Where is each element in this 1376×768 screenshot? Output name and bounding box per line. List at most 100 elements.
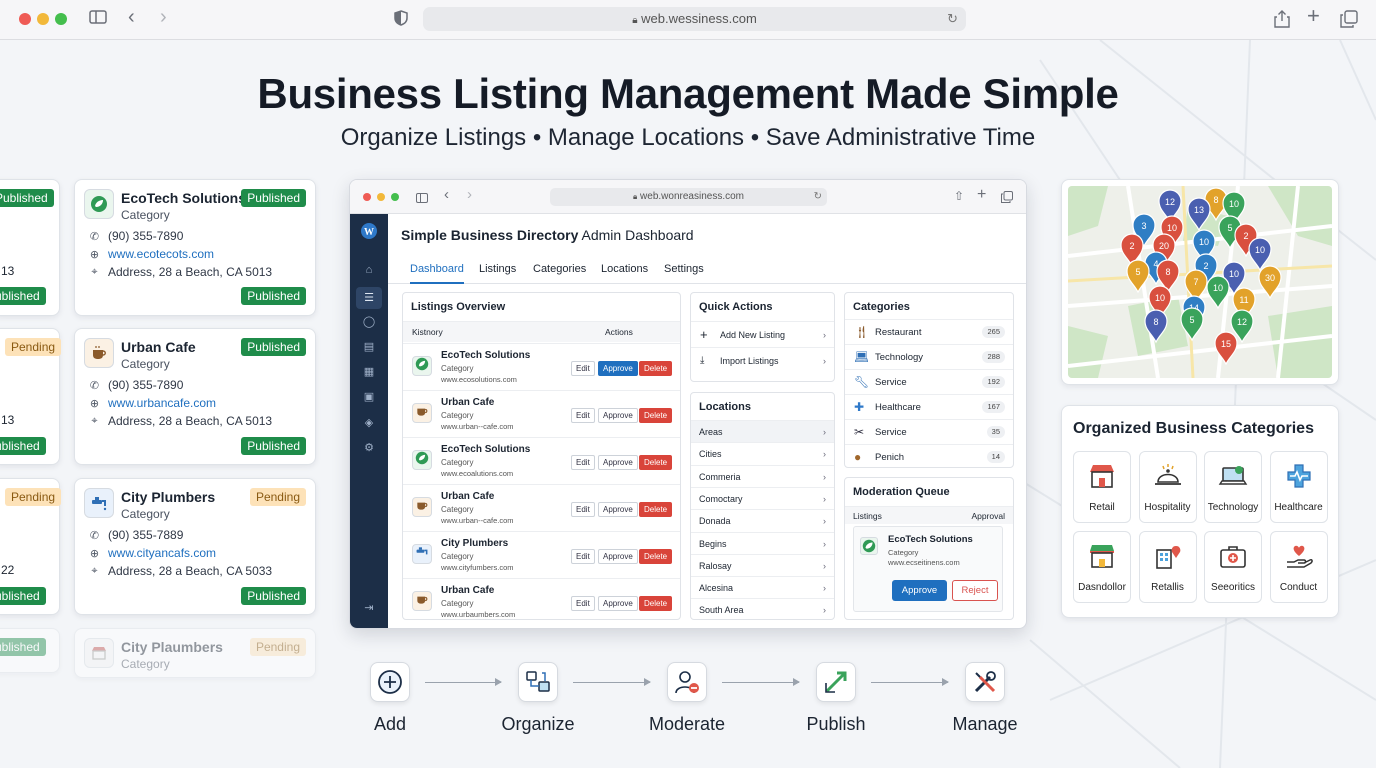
- location-item[interactable]: Alcesina ›: [691, 576, 834, 598]
- gear-icon[interactable]: ⚙: [350, 441, 388, 454]
- partial-listing-card[interactable]: ublished: [0, 628, 60, 673]
- reload-icon[interactable]: ↻: [814, 188, 822, 206]
- category-item[interactable]: 🔧︎ Service 192: [845, 369, 1013, 394]
- approve-button[interactable]: Approve: [892, 580, 947, 601]
- partial-listing-card[interactable]: Pending 13 ublished: [0, 328, 62, 465]
- category-item[interactable]: ● Penich 14: [845, 444, 1013, 469]
- workflow-step-publish[interactable]: [816, 662, 856, 702]
- share-icon[interactable]: [1274, 10, 1290, 34]
- maximize-window-button[interactable]: [391, 193, 399, 201]
- plugin-icon[interactable]: ◈: [350, 416, 388, 429]
- delete-button[interactable]: Delete: [639, 408, 673, 423]
- logout-icon[interactable]: ⇥: [350, 601, 388, 614]
- listing-card[interactable]: City Plumbers Category Pending ✆ (90) 355…: [74, 478, 316, 615]
- table-row[interactable]: EcoTech Solutions Category www.ecosolution…: [403, 343, 680, 390]
- category-tile[interactable]: Seeoritics: [1204, 531, 1262, 603]
- location-item[interactable]: Begins ›: [691, 531, 834, 554]
- reload-icon[interactable]: ↻: [947, 7, 958, 31]
- approve-button[interactable]: Approve: [598, 502, 638, 517]
- close-window-button[interactable]: [19, 13, 31, 25]
- category-item[interactable]: ✂ Service 35: [845, 419, 1013, 444]
- category-tile[interactable]: Dasndollor: [1073, 531, 1131, 603]
- table-row[interactable]: EcoTech Solutions Category www.ecoalutions…: [403, 437, 680, 484]
- location-item[interactable]: Ralosay ›: [691, 553, 834, 576]
- close-window-button[interactable]: [363, 193, 371, 201]
- tab-dashboard[interactable]: Dashboard: [410, 263, 464, 284]
- category-tile[interactable]: Conduct: [1269, 531, 1328, 603]
- calendar-icon[interactable]: ▣: [350, 390, 388, 403]
- partial-listing-card[interactable]: Pending 22 ublished: [0, 478, 62, 615]
- table-row[interactable]: Urban Cafe Category www.urban--cafe.com Edi…: [403, 484, 680, 531]
- edit-button[interactable]: Edit: [571, 408, 595, 423]
- partial-listing-card[interactable]: Published 13 ublished: [0, 179, 60, 316]
- back-icon[interactable]: ‹: [128, 7, 135, 27]
- category-item[interactable]: 🍴︎ Restaurant 265: [845, 319, 1013, 344]
- approve-button[interactable]: Approve: [598, 408, 638, 423]
- tab-listings[interactable]: Listings: [479, 263, 516, 275]
- delete-button[interactable]: Delete: [639, 455, 673, 470]
- approve-button[interactable]: Approve: [598, 596, 638, 611]
- listing-website-link[interactable]: www.urbancafe.com: [108, 396, 216, 410]
- workflow-step-moderate[interactable]: [667, 662, 707, 702]
- approve-button[interactable]: Approve: [598, 455, 638, 470]
- tab-locations[interactable]: Locations: [601, 263, 648, 275]
- home-icon[interactable]: ⌂: [350, 264, 388, 276]
- edit-button[interactable]: Edit: [571, 549, 595, 564]
- minimize-window-button[interactable]: [37, 13, 49, 25]
- tabs-overview-icon[interactable]: [1001, 190, 1013, 208]
- map-icon[interactable]: ▦: [350, 365, 388, 378]
- listing-card[interactable]: City Plaumbers Category Pending: [74, 628, 316, 678]
- new-tab-icon[interactable]: +: [1307, 5, 1320, 27]
- table-row[interactable]: Urban Cafe Category www.urban--cafe.com Edi…: [403, 390, 680, 437]
- listing-card[interactable]: Urban Cafe Category Published ✆ (90) 355-…: [74, 328, 316, 465]
- address-bar[interactable]: 🔒︎ web.wessiness.com ↻: [423, 7, 966, 31]
- location-item[interactable]: Donada ›: [691, 509, 834, 531]
- forward-icon[interactable]: ›: [467, 186, 472, 203]
- table-row[interactable]: Urban Cafe Category www.urbaumbers.com Edit…: [403, 578, 680, 625]
- location-item[interactable]: Comoctary ›: [691, 486, 834, 509]
- tab-settings[interactable]: Settings: [664, 263, 704, 275]
- forward-icon[interactable]: ›: [160, 7, 167, 27]
- category-tile[interactable]: Hospitality: [1138, 451, 1197, 523]
- user-icon[interactable]: ◯: [350, 315, 388, 328]
- listing-website-link[interactable]: www.cityancafs.com: [108, 546, 216, 560]
- edit-button[interactable]: Edit: [571, 502, 595, 517]
- workflow-step-add[interactable]: [370, 662, 410, 702]
- maximize-window-button[interactable]: [55, 13, 67, 25]
- workflow-step-manage[interactable]: [965, 662, 1005, 702]
- category-tile[interactable]: Healthcare: [1269, 451, 1328, 523]
- location-item[interactable]: Cities ›: [691, 442, 834, 464]
- back-icon[interactable]: ‹: [444, 186, 449, 203]
- location-item[interactable]: Commeria ›: [691, 464, 834, 487]
- tab-categories[interactable]: Categories: [533, 263, 586, 275]
- location-item[interactable]: Areas ›: [691, 420, 834, 442]
- edit-button[interactable]: Edit: [571, 361, 595, 376]
- table-row[interactable]: City Plumbers Category www.cityfumbers.com…: [403, 531, 680, 578]
- reject-button[interactable]: Reject: [952, 580, 998, 601]
- sidebar-toggle-icon[interactable]: [416, 190, 428, 208]
- location-item[interactable]: South Area ›: [691, 598, 834, 620]
- folder-icon[interactable]: ▤: [350, 340, 388, 353]
- wordpress-logo-icon[interactable]: W: [350, 222, 388, 243]
- listings-nav-icon[interactable]: ☰: [356, 287, 382, 309]
- delete-button[interactable]: Delete: [639, 596, 673, 611]
- moderation-item[interactable]: EcoTech Solutions Category www.ecseitine…: [853, 526, 1003, 612]
- add-new-listing-button[interactable]: + Add New Listing ›: [691, 321, 834, 347]
- locations-map[interactable]: 1281013310520102245821010307101011148512…: [1068, 186, 1332, 378]
- approve-button[interactable]: Approve: [598, 549, 638, 564]
- share-icon[interactable]: ⇧: [954, 189, 964, 203]
- delete-button[interactable]: Delete: [639, 549, 673, 564]
- delete-button[interactable]: Delete: [639, 361, 673, 376]
- sidebar-toggle-icon[interactable]: [89, 10, 107, 30]
- category-tile[interactable]: Retail: [1073, 451, 1131, 523]
- approve-button[interactable]: Approve: [598, 361, 638, 376]
- edit-button[interactable]: Edit: [571, 455, 595, 470]
- minimize-window-button[interactable]: [377, 193, 385, 201]
- import-listings-button[interactable]: ⤓ Import Listings ›: [691, 347, 834, 373]
- workflow-step-organize[interactable]: [518, 662, 558, 702]
- category-tile[interactable]: Retallis: [1138, 531, 1197, 603]
- edit-button[interactable]: Edit: [571, 596, 595, 611]
- admin-address-bar[interactable]: 🔒︎ web.wonreasiness.com ↻: [550, 188, 827, 206]
- listing-card[interactable]: EcoTech Solutions Category Published ✆ (9…: [74, 179, 316, 316]
- new-tab-icon[interactable]: +: [977, 186, 986, 204]
